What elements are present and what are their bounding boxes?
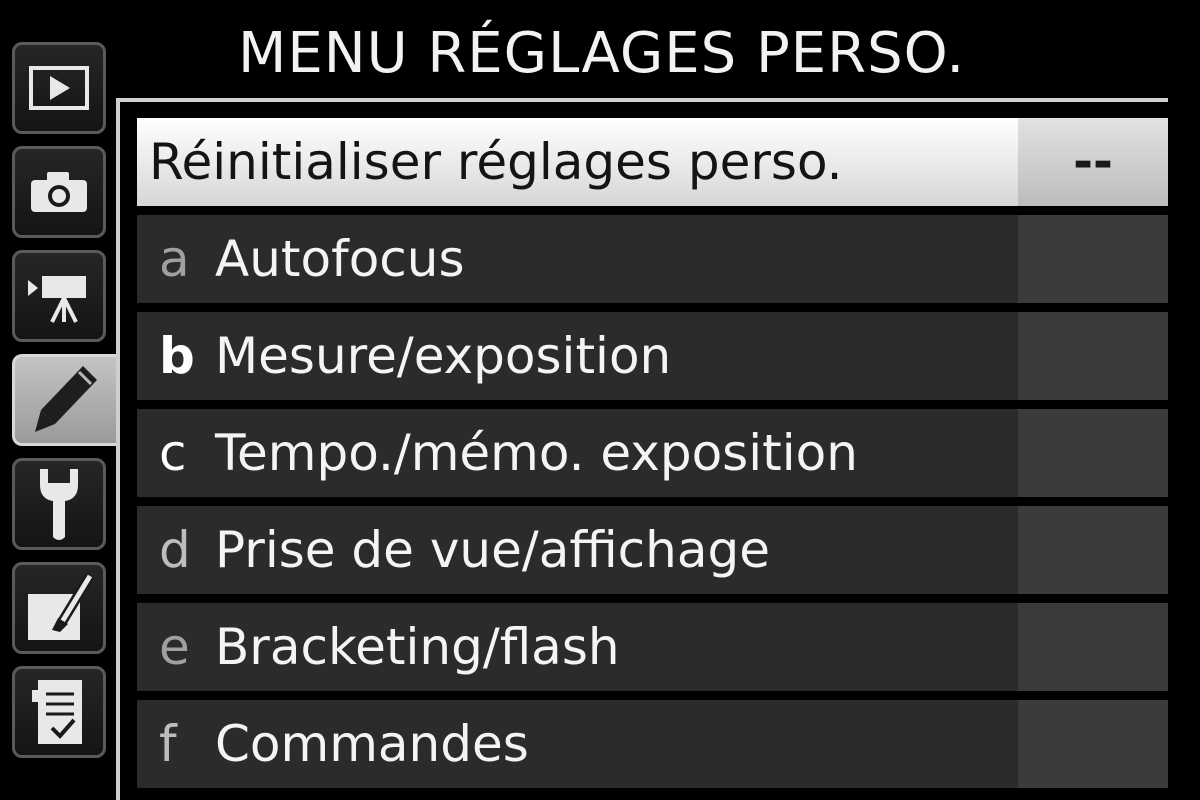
- menu-item-shooting-display[interactable]: d Prise de vue/affichage: [137, 506, 1168, 594]
- menu-item-letter: f: [159, 715, 177, 773]
- tab-recent-settings[interactable]: [12, 666, 106, 758]
- menu-item-reset-custom-settings[interactable]: Réinitialiser réglages perso. --: [137, 118, 1168, 206]
- tab-custom-settings[interactable]: [12, 354, 116, 446]
- menu-item-letter: c: [159, 424, 187, 482]
- menu-item-label: Prise de vue/affichage: [215, 521, 771, 579]
- page-title: MENU RÉGLAGES PERSO.: [238, 21, 966, 86]
- menu-item-letter: d: [159, 521, 191, 579]
- playback-icon: [29, 66, 89, 110]
- tab-movie[interactable]: [12, 250, 106, 342]
- tab-retouch[interactable]: [12, 562, 106, 654]
- menu-item-letter: e: [159, 618, 190, 676]
- menu-item-label: Autofocus: [215, 230, 465, 288]
- menu-item-value: [1018, 215, 1168, 303]
- pencil-icon: [34, 366, 97, 432]
- wrench-icon: [40, 469, 78, 540]
- menu-item-timers-ae-lock[interactable]: c Tempo./mémo. exposition: [137, 409, 1168, 497]
- menu-item-controls[interactable]: f Commandes: [137, 700, 1168, 788]
- menu-item-bracketing-flash[interactable]: e Bracketing/flash: [137, 603, 1168, 691]
- menu-item-letter: a: [159, 230, 190, 288]
- menu-item-value: [1018, 506, 1168, 594]
- menu-tab-column: [0, 40, 116, 800]
- menu-item-value: --: [1018, 118, 1168, 206]
- menu-item-label: Réinitialiser réglages perso.: [149, 133, 843, 191]
- camera-icon: [31, 172, 87, 212]
- menu-item-metering-exposure[interactable]: b Mesure/exposition: [137, 312, 1168, 400]
- tab-setup[interactable]: [12, 458, 106, 550]
- menu-item-label: Commandes: [215, 715, 529, 773]
- menu-frame-left: [116, 98, 120, 800]
- recent-settings-icon: [32, 680, 82, 744]
- menu-item-label: Tempo./mémo. exposition: [215, 424, 858, 482]
- menu-item-value: [1018, 312, 1168, 400]
- movie-camera-icon: [28, 276, 86, 323]
- menu-item-label: Bracketing/flash: [215, 618, 620, 676]
- menu-item-letter: b: [159, 327, 195, 385]
- custom-settings-menu: Réinitialiser réglages perso. -- a Autof…: [137, 118, 1168, 800]
- menu-item-value: [1018, 409, 1168, 497]
- menu-item-autofocus[interactable]: a Autofocus: [137, 215, 1168, 303]
- menu-item-value: [1018, 700, 1168, 788]
- menu-frame-top: [116, 98, 1168, 102]
- retouch-icon: [28, 573, 94, 640]
- menu-item-value: [1018, 603, 1168, 691]
- tab-playback[interactable]: [12, 42, 106, 134]
- tab-shooting[interactable]: [12, 146, 106, 238]
- menu-item-label: Mesure/exposition: [215, 327, 672, 385]
